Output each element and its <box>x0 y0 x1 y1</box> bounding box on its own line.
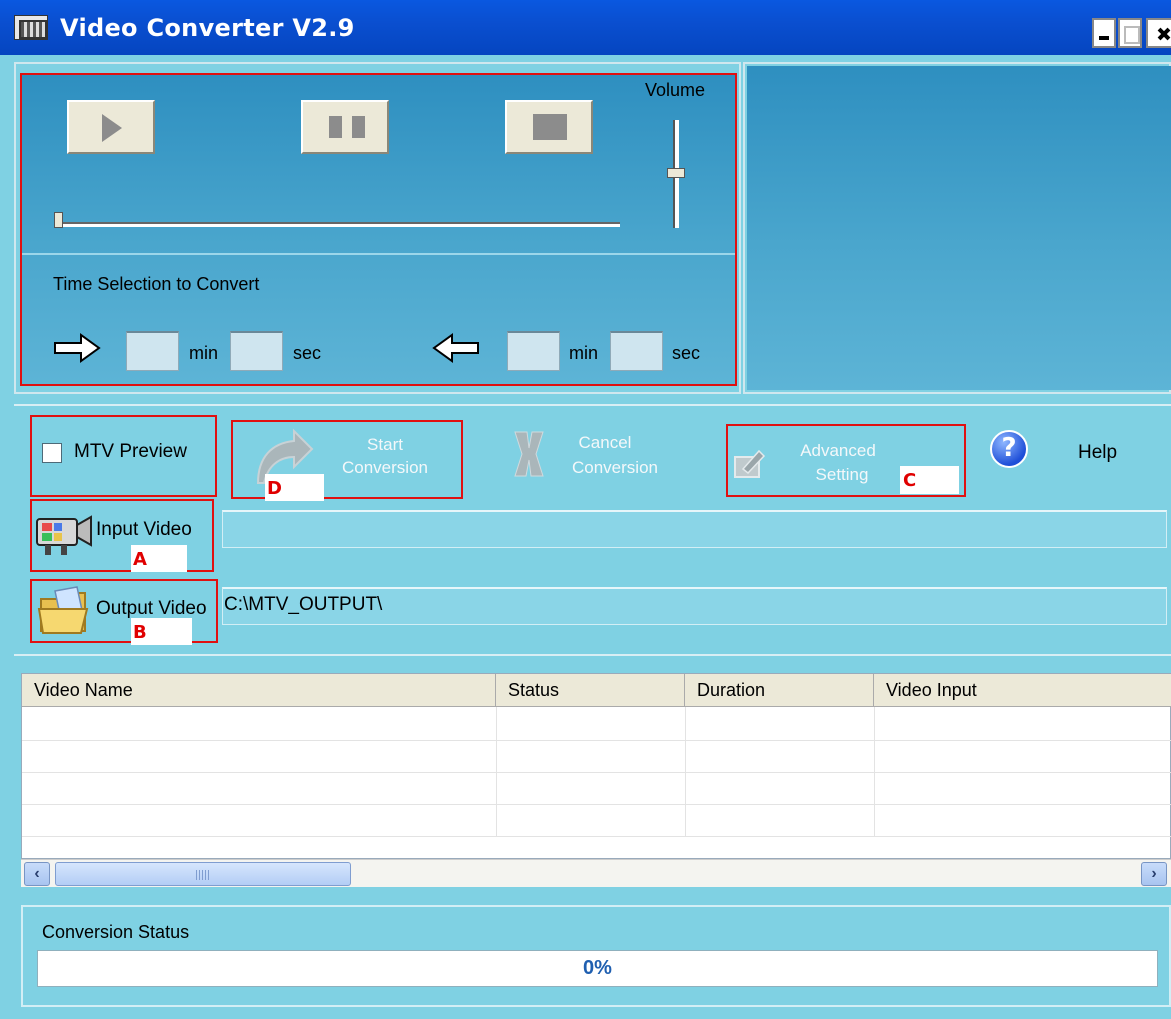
close-button[interactable] <box>1146 18 1171 48</box>
annotation-letter-a: A <box>133 549 147 570</box>
conversion-status-label: Conversion Status <box>42 922 190 942</box>
column-header-video-name[interactable]: Video Name <box>22 674 496 707</box>
separator <box>14 654 1171 656</box>
column-header-status[interactable]: Status <box>496 674 685 707</box>
table-row <box>22 740 1171 741</box>
annotation-letter-b: B <box>133 622 147 643</box>
column-divider <box>874 707 875 837</box>
help-icon[interactable]: ? <box>990 430 1028 468</box>
column-divider <box>496 707 497 837</box>
title-bar[interactable]: Video Converter V2.9 <box>0 0 1171 55</box>
output-video-path: C:\MTV_OUTPUT\ <box>224 594 383 615</box>
cancel-conversion-label-1: Cancel <box>578 433 632 452</box>
cancel-icon <box>514 431 544 477</box>
cancel-conversion-label-2: Conversion <box>572 458 658 477</box>
app-icon <box>14 15 48 40</box>
column-header-duration[interactable]: Duration <box>685 674 874 707</box>
table-row <box>22 804 1171 805</box>
player-highlight-box <box>20 73 737 386</box>
conversion-progress-bar: 0% <box>37 950 1158 987</box>
table-header: Video Name Status Duration Video Input <box>22 674 1171 707</box>
column-divider <box>685 707 686 837</box>
horizontal-scrollbar[interactable]: ‹ › <box>21 859 1171 887</box>
separator <box>14 404 1171 406</box>
video-table[interactable]: Video Name Status Duration Video Input <box>21 673 1171 859</box>
progress-percent: 0% <box>583 957 612 979</box>
maximize-button[interactable] <box>1118 18 1142 48</box>
annotation-letter-d: D <box>267 478 282 499</box>
mtv-preview-checkbox[interactable] <box>42 443 62 463</box>
help-label[interactable]: Help <box>1078 442 1117 464</box>
table-row <box>22 772 1171 773</box>
video-preview <box>747 66 1171 390</box>
mtv-preview-label: MTV Preview <box>74 441 187 462</box>
app-window: Video Converter V2.9 Volume Time Selecti… <box>0 0 1171 1019</box>
input-video-field[interactable] <box>222 510 1167 548</box>
scroll-right-button[interactable]: › <box>1141 862 1167 886</box>
minimize-button[interactable] <box>1092 18 1116 48</box>
scrollbar-thumb[interactable] <box>55 862 351 886</box>
annotation-letter-c: C <box>903 470 917 491</box>
grip-icon <box>196 870 210 880</box>
scroll-left-button[interactable]: ‹ <box>24 862 50 886</box>
window-title: Video Converter V2.9 <box>60 14 355 42</box>
table-row <box>22 836 1171 837</box>
column-header-video-input[interactable]: Video Input <box>874 674 1171 707</box>
